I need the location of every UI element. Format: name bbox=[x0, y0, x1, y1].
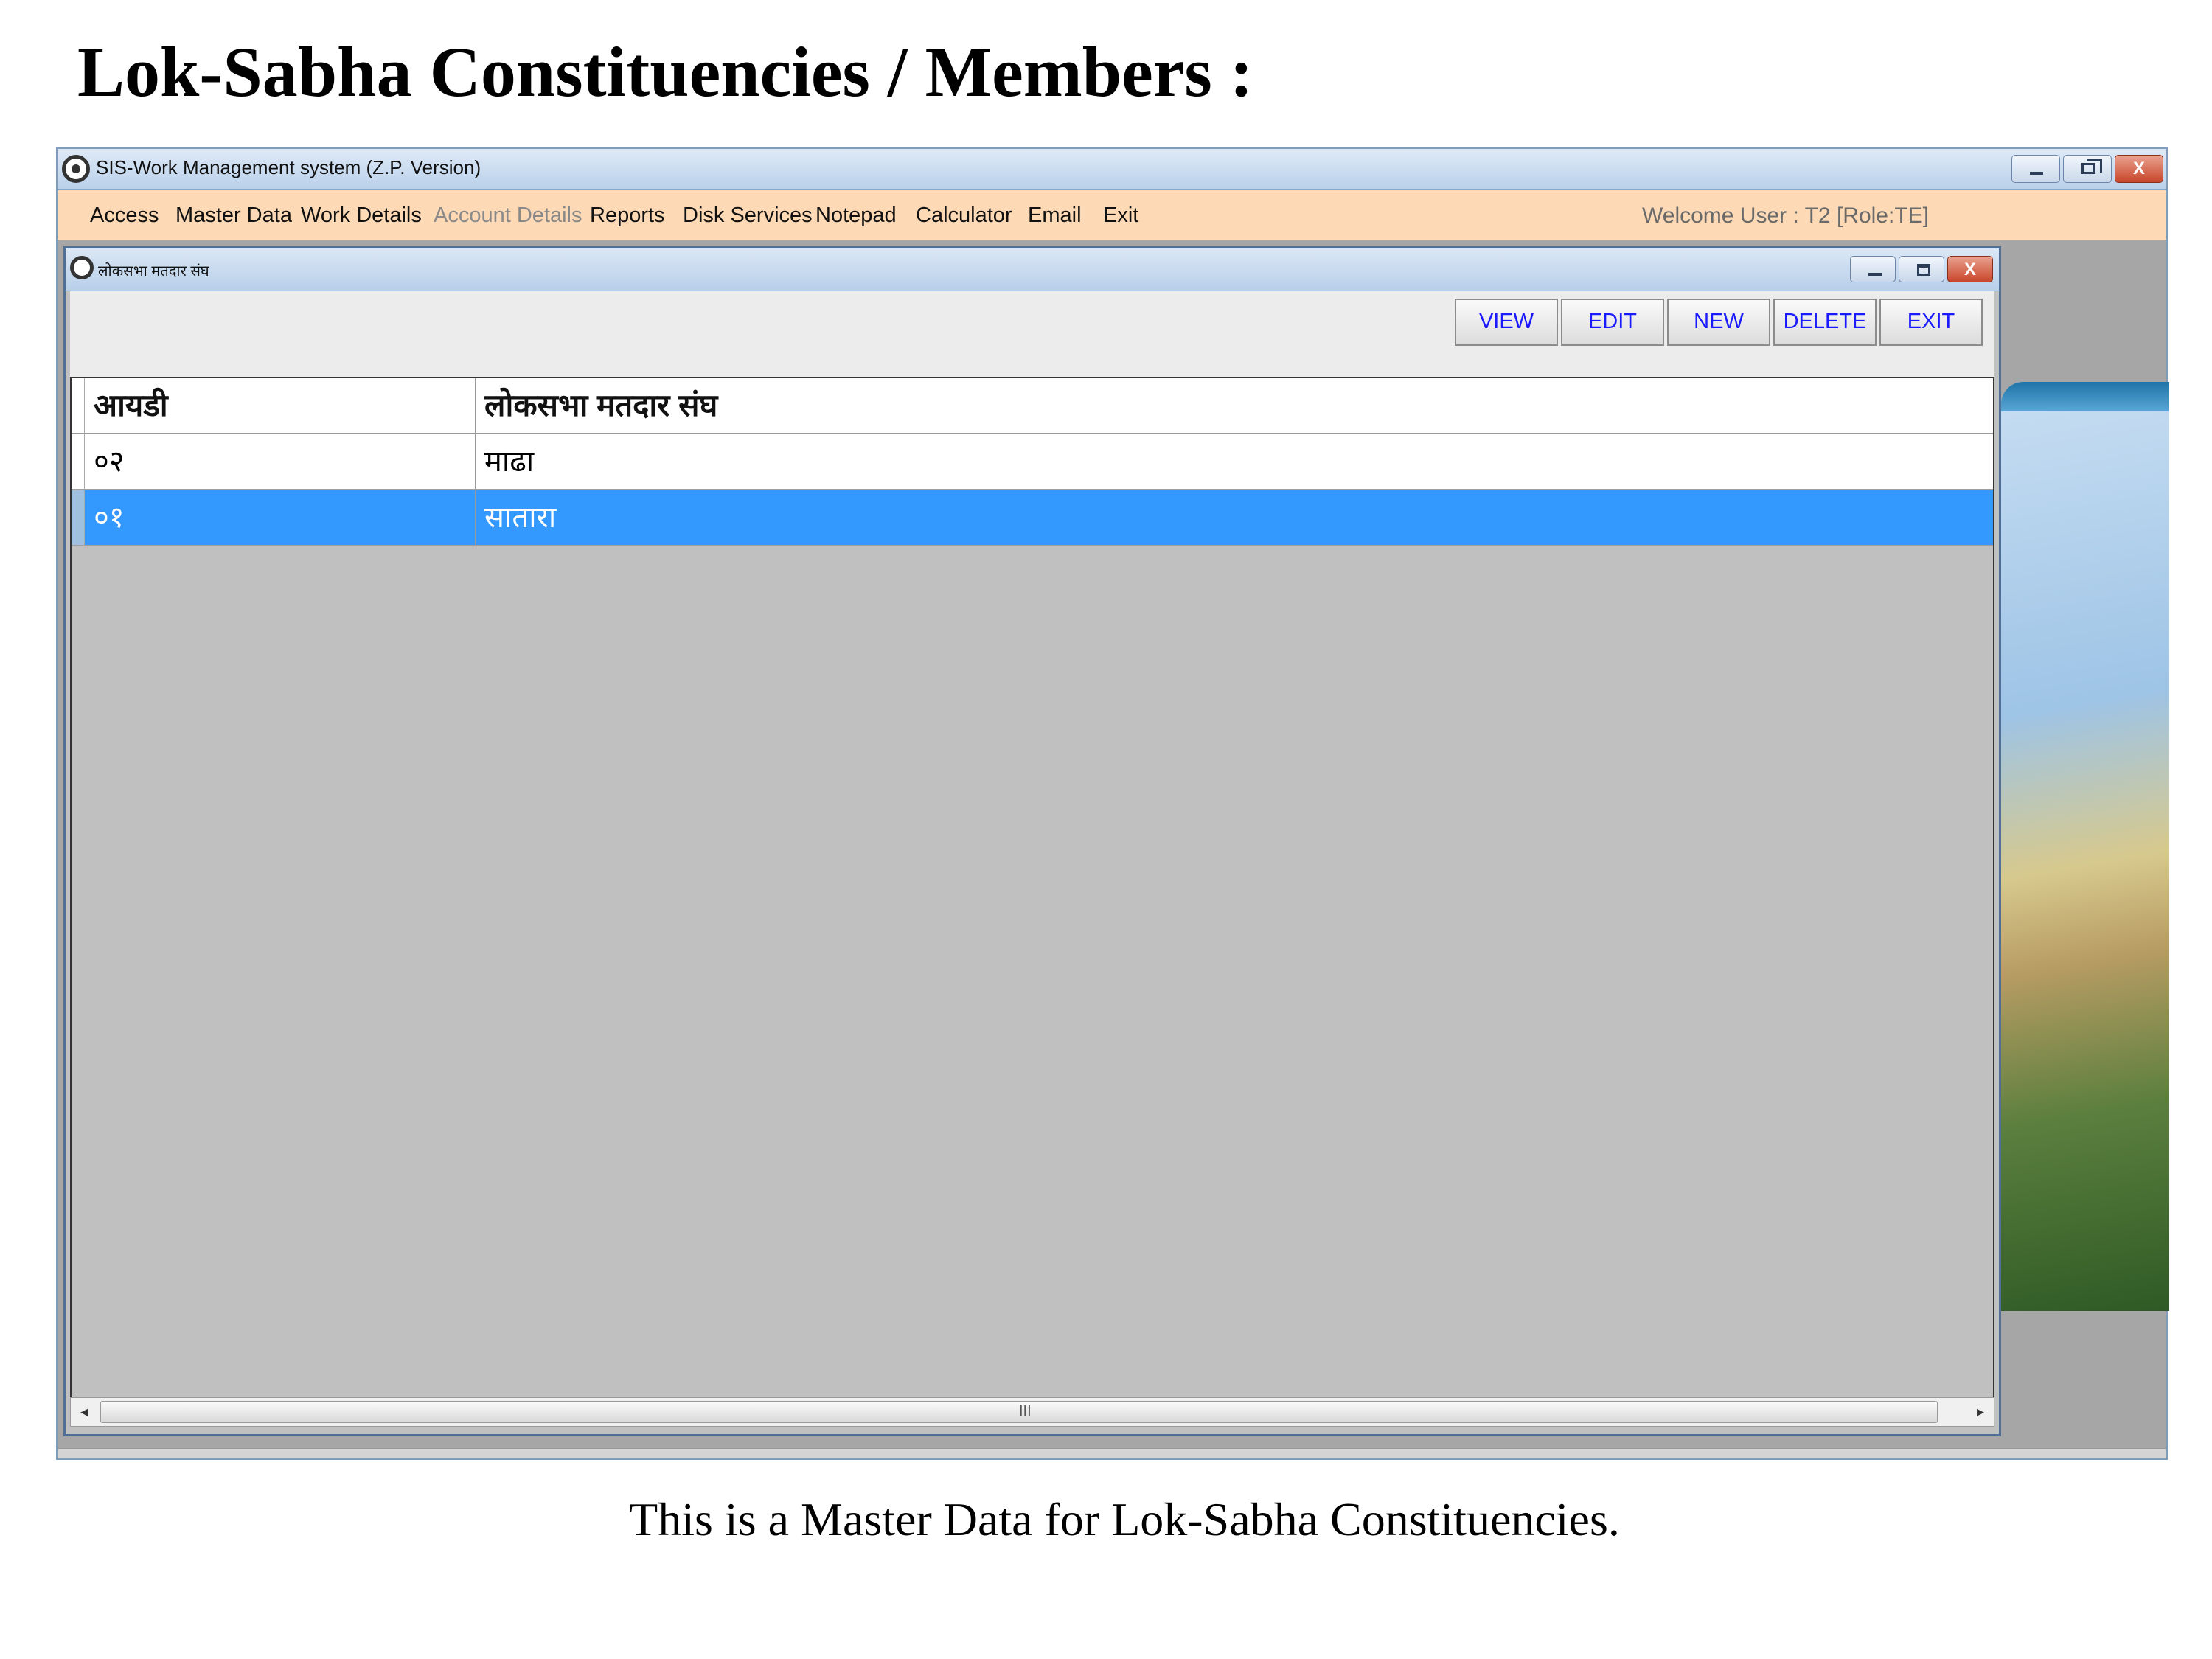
close-icon: X bbox=[1964, 260, 1976, 279]
minimize-button[interactable] bbox=[2011, 155, 2060, 183]
close-button[interactable]: X bbox=[2115, 155, 2163, 183]
minimize-icon bbox=[1868, 273, 1882, 276]
menubar: Access Master Data Work Details Account … bbox=[58, 190, 2166, 240]
menu-access[interactable]: Access bbox=[90, 204, 159, 228]
app-logo-icon bbox=[62, 155, 90, 183]
table-row[interactable]: ०२ माढा bbox=[72, 434, 1993, 490]
scroll-grip-icon: III bbox=[1019, 1403, 1032, 1419]
restore-button[interactable] bbox=[2063, 155, 2112, 183]
welcome-user-label: Welcome User : T2 [Role:TE] bbox=[1641, 204, 1929, 228]
row-gutter bbox=[72, 378, 85, 433]
child-logo-icon bbox=[70, 256, 94, 279]
minimize-icon bbox=[2030, 172, 2043, 175]
scroll-right-icon[interactable]: ▸ bbox=[1967, 1398, 1994, 1426]
constituency-window: लोकसभा मतदार संघ X VIEW EDIT NEW DELETE … bbox=[63, 246, 2001, 1436]
background-photo bbox=[2001, 382, 2169, 1311]
page-heading: Lok-Sabha Constituencies / Members : bbox=[77, 32, 1253, 111]
page-caption: This is a Master Data for Lok-Sabha Cons… bbox=[629, 1493, 1620, 1545]
constituency-grid[interactable]: आयडी लोकसभा मतदार संघ ०२ माढा ०१ सातारा bbox=[70, 377, 1994, 1402]
menu-work-details[interactable]: Work Details bbox=[301, 204, 422, 228]
child-maximize-button[interactable] bbox=[1899, 256, 1944, 282]
menu-disk-services[interactable]: Disk Services bbox=[683, 204, 813, 228]
maximize-icon bbox=[1917, 264, 1930, 276]
menu-master-data[interactable]: Master Data bbox=[175, 204, 292, 228]
cell-constituency: माढा bbox=[484, 445, 535, 478]
child-titlebar: लोकसभा मतदार संघ X bbox=[66, 248, 1999, 291]
menu-account-details[interactable]: Account Details bbox=[434, 204, 582, 228]
scroll-thumb[interactable]: III bbox=[100, 1401, 1938, 1423]
menu-calculator[interactable]: Calculator bbox=[916, 204, 1012, 228]
scroll-left-icon[interactable]: ◂ bbox=[71, 1398, 97, 1426]
child-title: लोकसभा मतदार संघ bbox=[98, 263, 209, 279]
app-window: SIS-Work Management system (Z.P. Version… bbox=[56, 147, 2169, 1460]
cell-constituency: सातारा bbox=[484, 501, 557, 534]
app-title: SIS-Work Management system (Z.P. Version… bbox=[96, 156, 481, 178]
edit-button[interactable]: EDIT bbox=[1561, 299, 1664, 346]
column-header-id[interactable]: आयडी bbox=[85, 378, 476, 433]
restore-icon bbox=[2081, 159, 2102, 174]
view-button[interactable]: VIEW bbox=[1455, 299, 1558, 346]
delete-button[interactable]: DELETE bbox=[1773, 299, 1877, 346]
app-window-controls: X bbox=[2011, 155, 2163, 183]
menu-notepad[interactable]: Notepad bbox=[815, 204, 897, 228]
app-titlebar: SIS-Work Management system (Z.P. Version… bbox=[58, 149, 2166, 190]
background-photo-band bbox=[2001, 382, 2169, 411]
row-gutter bbox=[72, 434, 85, 489]
toolbar: VIEW EDIT NEW DELETE EXIT bbox=[70, 291, 1994, 377]
statusbar bbox=[58, 1448, 2166, 1458]
close-icon: X bbox=[2132, 159, 2145, 178]
menu-email[interactable]: Email bbox=[1028, 204, 1082, 228]
horizontal-scrollbar[interactable]: ◂ III ▸ bbox=[70, 1397, 1994, 1427]
menu-exit[interactable]: Exit bbox=[1103, 204, 1138, 228]
child-minimize-button[interactable] bbox=[1850, 256, 1896, 282]
new-button[interactable]: NEW bbox=[1667, 299, 1770, 346]
column-header-constituency[interactable]: लोकसभा मतदार संघ bbox=[476, 378, 1993, 433]
grid-header: आयडी लोकसभा मतदार संघ bbox=[72, 378, 1993, 434]
table-row-selected[interactable]: ०१ सातारा bbox=[72, 490, 1993, 546]
child-close-button[interactable]: X bbox=[1947, 256, 1993, 282]
exit-button[interactable]: EXIT bbox=[1879, 299, 1983, 346]
cell-id: ०१ bbox=[85, 490, 476, 545]
cell-id: ०२ bbox=[85, 434, 476, 489]
menu-reports[interactable]: Reports bbox=[590, 204, 665, 228]
row-gutter bbox=[72, 490, 85, 545]
child-window-controls: X bbox=[1850, 256, 1993, 282]
